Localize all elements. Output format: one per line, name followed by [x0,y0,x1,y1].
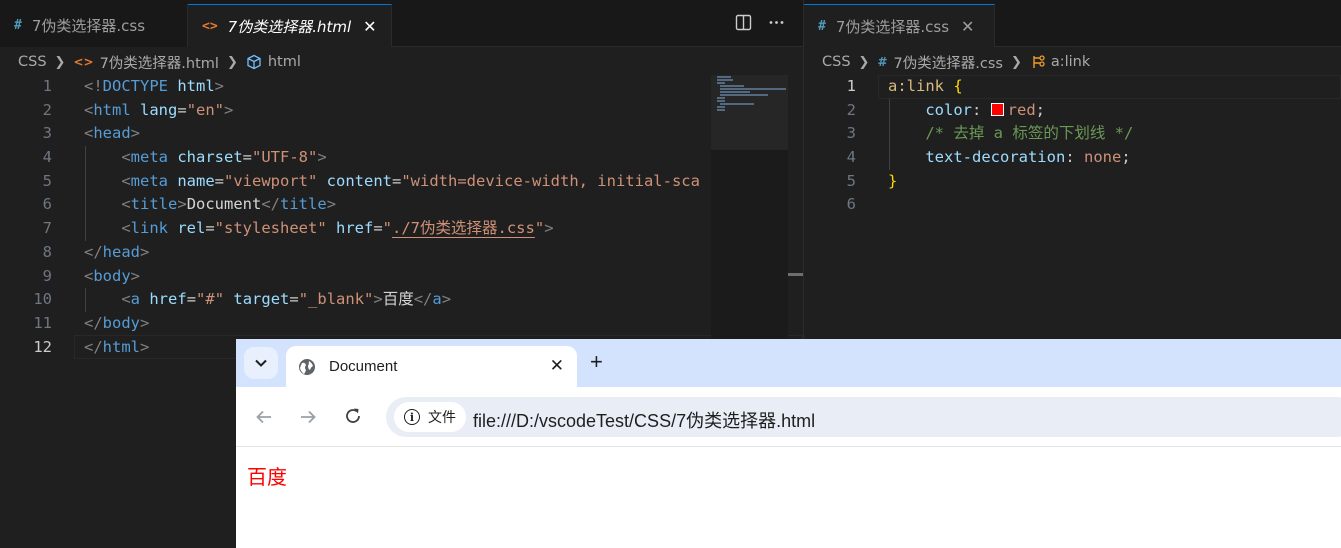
browser-tab-strip: Document ✕ + [236,339,1341,387]
close-icon[interactable]: ✕ [550,356,564,376]
code-line: 4 <meta charset="UTF-8"> [42,148,327,167]
page-content: 百度 [236,447,1341,548]
html-file-icon: <> [202,18,218,34]
code-line: 5 <meta name="viewport" content="width=d… [42,171,700,190]
info-icon: i [404,409,420,425]
split-editor-icon[interactable] [735,14,752,31]
editor-actions [735,14,785,31]
close-icon[interactable]: ✕ [363,17,376,36]
code-line-current: 1 a:link { [846,77,963,95]
chevron-right-icon: ❯ [54,54,66,70]
element-cube-icon [247,54,261,70]
breadcrumb-folder[interactable]: CSS [822,54,851,70]
browser-tab-title: Document [329,358,398,375]
html-code-editor[interactable]: 1 <!DOCTYPE html> 2 <html lang="en"> 3 <hea… [0,75,803,359]
new-tab-button[interactable]: + [590,349,603,375]
url-text[interactable]: file:///D:/vscodeTest/CSS/7伪类选择器.html [473,407,815,433]
css-file-icon: # [14,18,22,33]
css-file-icon: # [877,55,888,69]
address-bar[interactable]: i 文件 file:///D:/vscodeTest/CSS/7伪类选择器.ht… [386,397,1341,437]
color-swatch-icon[interactable] [990,102,1004,116]
site-info-chip[interactable]: i 文件 [394,402,466,432]
breadcrumb-file[interactable]: 7伪类选择器.html [100,52,219,73]
forward-arrow-icon[interactable] [299,408,317,426]
selector-symbol-icon [1033,55,1045,68]
left-tab-bar: # 7伪类选择器.css <> 7伪类选择器.html ✕ [0,0,803,47]
tab-label: 7伪类选择器.css [31,17,146,35]
browser-window: Document ✕ + i 文件 file:///D:/vscodeTest/… [236,339,1341,548]
breadcrumb-folder[interactable]: CSS [18,54,47,70]
tab-label: 7伪类选择器.css [835,17,950,36]
code-line: 5} [846,171,898,190]
globe-icon [299,358,315,375]
code-line: 3 <head> [42,124,141,143]
chevron-right-icon: ❯ [1010,54,1022,70]
chevron-right-icon: ❯ [226,54,238,70]
code-line: 8 </head> [42,242,150,261]
tab-search-button[interactable] [244,347,278,379]
html-file-icon: <> [73,55,94,69]
css-code-editor[interactable]: 1 a:link { 2 color: red; 3 /* 去掉 a 标签的下划线… [804,75,1341,217]
breadcrumb: CSS ❯ # 7伪类选择器.css ❯ a:link [804,49,1090,75]
code-line: 1 <!DOCTYPE html> [42,77,225,95]
code-line: 7 <link rel="stylesheet" href="./7伪类选择器.… [42,219,554,238]
stylesheet-link[interactable]: ./7伪类选择器.css [392,219,535,237]
code-line: 10 <a href="#" target="_blank">百度</a> [33,290,452,309]
code-line: 9 <body> [42,266,141,285]
tab-label: 7伪类选择器.html [227,17,352,36]
browser-tab[interactable]: Document ✕ [286,346,577,387]
security-chip-label: 文件 [428,409,456,425]
breadcrumb-file[interactable]: 7伪类选择器.css [894,52,1003,73]
more-actions-icon[interactable] [768,14,785,31]
breadcrumb: CSS ❯ <> 7伪类选择器.html ❯ html [0,49,301,75]
chevron-down-icon [255,359,267,367]
breadcrumb-symbol[interactable]: a:link [1051,54,1090,70]
code-line: 6 [846,195,856,214]
code-line: 2 <html lang="en"> [42,100,234,119]
code-line: 11 </body> [33,313,150,332]
right-tab-bar: # 7伪类选择器.css ✕ [804,0,1341,47]
reload-icon[interactable] [344,407,362,425]
tab-css-file[interactable]: # 7伪类选择器.css ✕ [804,4,995,47]
chevron-right-icon: ❯ [858,54,870,70]
baidu-link[interactable]: 百度 [247,461,287,490]
code-line: 4 text-decoration: none; [846,148,1131,167]
breadcrumb-symbol[interactable]: html [268,54,301,70]
browser-toolbar: i 文件 file:///D:/vscodeTest/CSS/7伪类选择器.ht… [236,387,1341,447]
tab-html-file[interactable]: <> 7伪类选择器.html ✕ [188,4,392,47]
code-line: 6 <title>Document</title> [42,195,337,214]
tab-css-file[interactable]: # 7伪类选择器.css [0,4,188,47]
css-file-icon: # [818,18,826,34]
minimap-slider[interactable] [711,75,788,150]
code-line: 3 /* 去掉 a 标签的下划线 */ [846,124,1134,143]
close-icon[interactable]: ✕ [961,17,974,36]
back-arrow-icon[interactable] [255,408,273,426]
scrollbar-thumb[interactable] [788,273,803,276]
code-line: 2 color: red; [846,100,1046,119]
